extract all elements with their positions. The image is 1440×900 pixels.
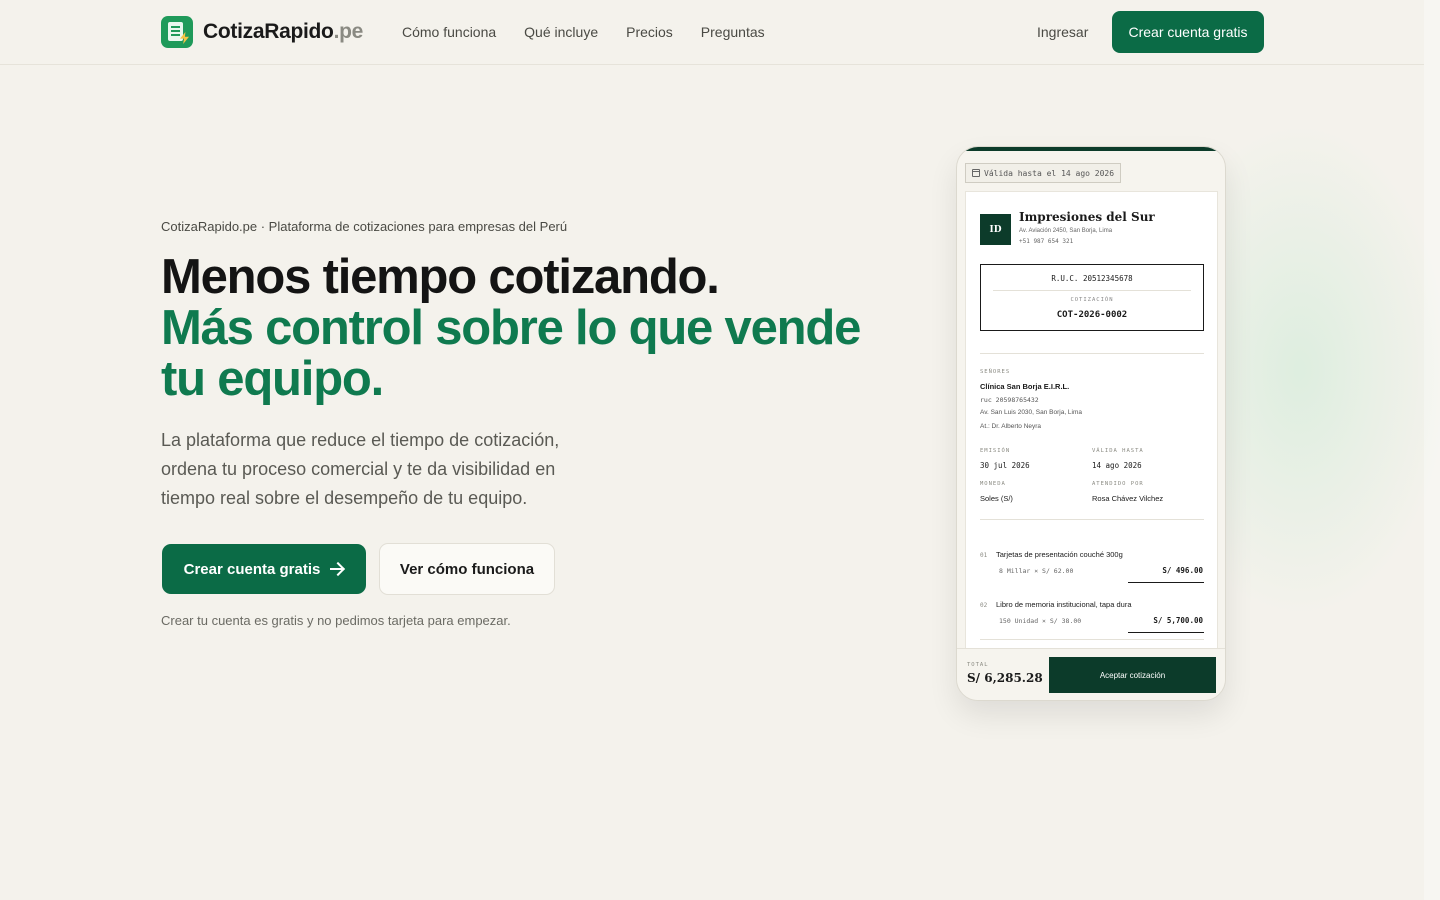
line-item-index: 01 <box>980 552 988 559</box>
arrow-right-icon <box>330 562 344 576</box>
hero-eyebrow: CotizaRapido.pe · Plataforma de cotizaci… <box>161 219 568 234</box>
logo[interactable]: CotizaRapido.pe <box>161 16 363 48</box>
emission-label: EMISIÓN <box>980 448 1011 454</box>
company-ruc: R.U.C. 20512345678 <box>1051 274 1133 283</box>
valid-until-label: VÁLIDA HASTA <box>1092 448 1144 454</box>
company-phone: +51 987 654 321 <box>1019 238 1074 245</box>
client-label: SEÑORES <box>980 369 1011 375</box>
client-attention: At.: Dr. Alberto Neyra <box>980 423 1042 430</box>
validity-text: Válida hasta el 14 ago 2026 <box>984 168 1115 178</box>
company-badge: ID <box>980 214 1011 245</box>
line-item-quantity: 8 Millar × S/ 62.00 <box>999 567 1074 575</box>
how-it-works-button[interactable]: Ver cómo funciona <box>379 543 555 595</box>
main-nav: Cómo funciona Qué incluye Precios Pregun… <box>402 24 765 40</box>
line-item-rule <box>1128 582 1204 583</box>
client-ruc: ruc 20598765432 <box>980 396 1039 404</box>
attended-by-label: ATENDIDO POR <box>1092 481 1144 487</box>
line-item-description: Libro de memoria institucional, tapa dur… <box>996 600 1132 609</box>
accept-quote-button[interactable]: Aceptar cotización <box>1049 657 1216 693</box>
hero-signup-button[interactable]: Crear cuenta gratis <box>162 544 366 594</box>
hero-note: Crear tu cuenta es gratis y no pedimos t… <box>161 613 511 628</box>
headline-line-1: Menos tiempo cotizando. <box>161 250 720 304</box>
line-item-quantity: 150 Unidad × S/ 38.00 <box>999 617 1082 625</box>
total-label: TOTAL <box>967 662 989 668</box>
logo-icon <box>161 16 193 48</box>
ruc-divider <box>993 290 1191 291</box>
cotizacion-label: COTIZACIÓN <box>1070 297 1114 303</box>
phone-mockup: Válida hasta el 14 ago 2026 ID Impresion… <box>956 146 1226 701</box>
attended-by-value: Rosa Chávez Vilchez <box>1092 494 1164 503</box>
logo-text: CotizaRapido.pe <box>203 20 364 43</box>
company-name: Impresiones del Sur <box>1019 210 1155 224</box>
currency-label: MONEDA <box>980 481 1006 487</box>
calendar-icon <box>972 169 980 177</box>
line-item-rule <box>1128 632 1204 633</box>
client-name: Clínica San Borja E.I.R.L. <box>980 382 1070 391</box>
hero-headline: Menos tiempo cotizando. Más control sobr… <box>161 252 881 405</box>
ruc-box: R.U.C. 20512345678 COTIZACIÓN COT-2026-0… <box>980 264 1204 331</box>
nav-precios[interactable]: Precios <box>626 24 673 40</box>
headline-line-2: Más control sobre lo que vende <box>161 301 861 355</box>
company-address: Av. Aviación 2450, San Borja, Lima <box>1019 228 1113 234</box>
divider <box>980 353 1204 354</box>
validity-tag: Válida hasta el 14 ago 2026 <box>965 163 1122 183</box>
line-item-amount: S/ 5,700.00 <box>1153 616 1203 625</box>
hero-signup-label: Crear cuenta gratis <box>183 560 321 578</box>
divider <box>980 639 1204 640</box>
line-item-description: Tarjetas de presentación couché 300g <box>996 550 1123 559</box>
total-amount: S/ 6,285.28 <box>967 671 1043 685</box>
site-header: CotizaRapido.pe Cómo funciona Qué incluy… <box>0 0 1424 65</box>
divider <box>980 519 1204 520</box>
hero-lead: La plataforma que reduce el tiempo de co… <box>161 430 560 508</box>
phone-top-bar <box>957 147 1225 151</box>
client-address: Av. San Luis 2030, San Borja, Lima <box>980 409 1083 416</box>
valid-until-date: 14 ago 2026 <box>1092 461 1142 470</box>
header-signup-button[interactable]: Crear cuenta gratis <box>1112 11 1264 53</box>
login-link[interactable]: Ingresar <box>1037 24 1088 40</box>
line-item-index: 02 <box>980 602 988 609</box>
nav-como-funciona[interactable]: Cómo funciona <box>402 24 496 40</box>
currency-value: Soles (S/) <box>980 494 1013 503</box>
emission-date: 30 jul 2026 <box>980 461 1030 470</box>
line-item-amount: S/ 496.00 <box>1162 566 1203 575</box>
quote-footer: TOTAL S/ 6,285.28 Aceptar cotización <box>957 648 1225 700</box>
nav-que-incluye[interactable]: Qué incluye <box>524 24 598 40</box>
headline-line-3: tu equipo. <box>161 352 384 406</box>
cotizacion-number: COT-2026-0002 <box>1056 310 1128 320</box>
nav-preguntas[interactable]: Preguntas <box>701 24 765 40</box>
quote-document: ID Impresiones del Sur Av. Aviación 2450… <box>965 191 1218 651</box>
